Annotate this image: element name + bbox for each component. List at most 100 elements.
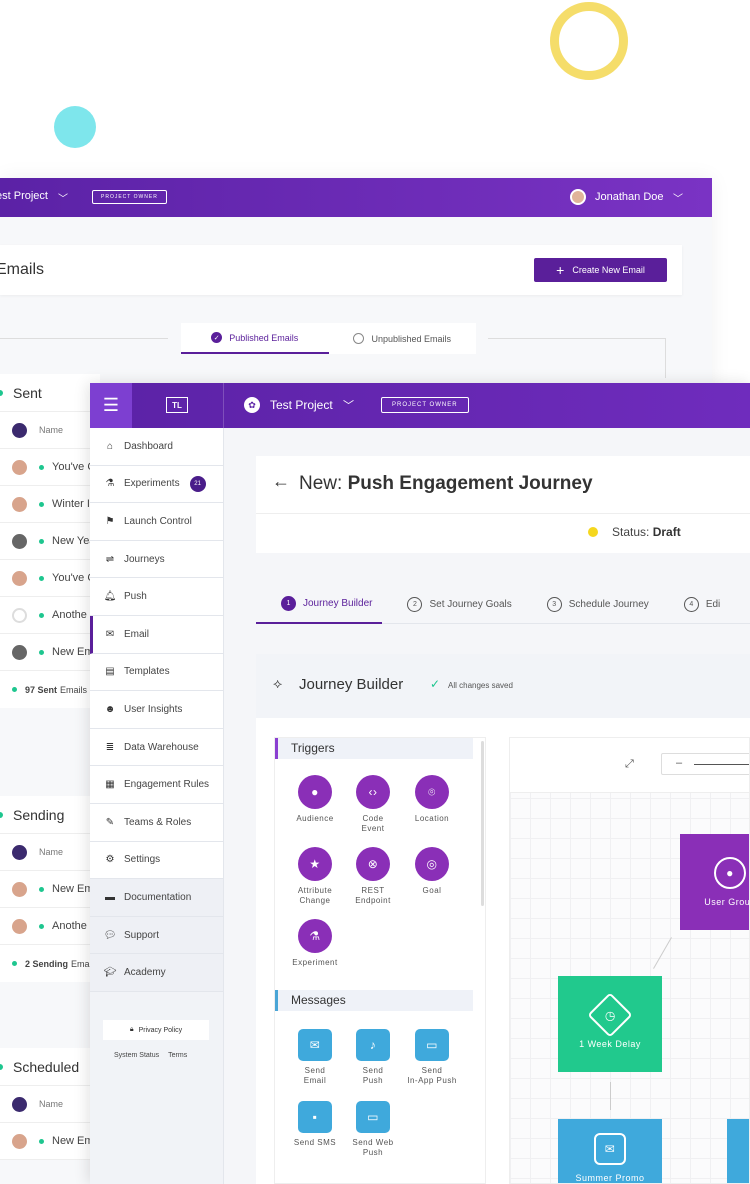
item-label: Send — [304, 1066, 326, 1075]
privacy-policy-link[interactable]: 🔒︎ Privacy Policy — [103, 1020, 209, 1040]
component-palette: Triggers ● Audience ‹› Code Event ⌾ Location… — [274, 737, 486, 1184]
journey-builder-title: Journey Builder — [299, 676, 404, 693]
table-row[interactable]: You've C — [0, 560, 100, 597]
nav-label: Documentation — [124, 891, 192, 903]
zoom-control[interactable]: – — [661, 753, 749, 775]
sidebar-item-teams-roles[interactable]: ✎ Teams & Roles — [90, 803, 223, 842]
row-name: New Em — [52, 646, 94, 658]
table-row[interactable]: You've C — [0, 449, 100, 486]
chevron-down-icon[interactable]: ﹀ — [343, 397, 354, 413]
sidebar-item-settings[interactable]: ⚙ Settings — [90, 841, 223, 880]
tab-label: Published Emails — [229, 332, 299, 343]
check-icon: ✓ — [211, 332, 223, 343]
node-label: Summer Promo — [575, 1173, 645, 1183]
sidebar-item-templates[interactable]: ▤ Templates — [90, 653, 223, 692]
trigger-experiment[interactable]: ⚗ Experiment — [285, 919, 345, 968]
create-new-email-button[interactable]: + Create New Email — [534, 258, 667, 282]
trigger-code-event[interactable]: ‹› Code Event — [343, 775, 403, 834]
chat-icon: 💬︎ — [103, 929, 117, 941]
user-name[interactable]: Jonathan Doe — [595, 191, 664, 203]
trigger-rest-endpoint[interactable]: ⊗ REST Endpoint — [343, 847, 403, 906]
item-label: Attribute — [297, 886, 333, 895]
node-user-group[interactable]: ● User Group — [680, 834, 749, 930]
sidebar-item-engagement-rules[interactable]: ▦ Engagement Rules — [90, 766, 223, 804]
terms-link[interactable]: Terms — [168, 1052, 187, 1059]
table-row[interactable]: Anothe — [0, 597, 100, 634]
inapp-icon: ▭ — [415, 1029, 449, 1061]
nav-label: Settings — [124, 854, 161, 866]
node-summer-promo[interactable]: ✉ Summer Promo — [558, 1119, 662, 1183]
user-avatar[interactable] — [570, 189, 586, 205]
rest-icon: ⊗ — [356, 847, 390, 881]
table-row[interactable]: New Em — [0, 1123, 100, 1160]
zoom-out-icon[interactable]: – — [676, 757, 682, 769]
step-edit[interactable]: 4 Edi — [659, 584, 730, 624]
pin-icon: ⌾ — [415, 775, 449, 809]
sidebar-item-experiments[interactable]: ⚗ Experiments 21 — [90, 465, 223, 504]
table-row[interactable]: Anothe — [0, 908, 100, 945]
sidebar-item-support[interactable]: 💬︎ Support — [90, 916, 223, 955]
node-partial[interactable] — [727, 1119, 749, 1183]
nav-label: Templates — [124, 666, 170, 678]
scrollbar[interactable] — [481, 741, 484, 906]
message-send-web-push[interactable]: ▭ Send Web Push — [343, 1101, 403, 1158]
step-schedule-journey[interactable]: 3 Schedule Journey — [522, 584, 659, 624]
project-name[interactable]: Test Project — [270, 398, 333, 412]
expand-icon[interactable]: ⤢ — [625, 758, 634, 771]
tab-published-emails[interactable]: ✓ Published Emails — [181, 323, 329, 354]
journey-header: ← New: Push Engagement Journey Status: D… — [256, 456, 750, 553]
sidebar-item-journeys[interactable]: ⇌ Journeys — [90, 540, 223, 579]
step-label: Schedule Journey — [568, 598, 649, 610]
trigger-location[interactable]: ⌾ Location — [402, 775, 462, 824]
message-send-push[interactable]: ♪ Send Push — [343, 1029, 403, 1086]
sidebar-item-email[interactable]: ✉ Email — [90, 615, 223, 654]
sidebar-item-launch-control[interactable]: ⚑ Launch Control — [90, 503, 223, 541]
app-logo[interactable]: TL — [166, 397, 188, 413]
sending-count: 2 Sending Email — [0, 945, 100, 982]
step-set-journey-goals[interactable]: 2 Set Journey Goals — [382, 584, 521, 624]
flag-icon: ⚑ — [105, 515, 115, 527]
zoom-slider[interactable] — [694, 764, 749, 765]
step-label: Set Journey Goals — [429, 598, 512, 610]
back-arrow-icon[interactable]: ← — [272, 471, 290, 492]
journey-name: Push Engagement Journey — [347, 473, 593, 494]
decorative-ring — [550, 2, 628, 80]
message-send-in-app-push[interactable]: ▭ Send In-App Push — [402, 1029, 462, 1086]
table-row[interactable]: New Em — [0, 634, 100, 671]
sidebar-item-dashboard[interactable]: ⌂ Dashboard — [90, 428, 223, 466]
flask-icon: ⚗ — [298, 919, 332, 953]
grad-cap-icon: 🎓︎ — [103, 967, 117, 979]
sidebar-item-documentation[interactable]: ▬ Documentation — [90, 879, 223, 917]
chevron-down-icon[interactable]: ﹀ — [58, 190, 68, 205]
journey-canvas[interactable]: ⤢ – ● User Group ◷ 1 Week Delay — [509, 737, 750, 1184]
tab-unpublished-emails[interactable]: Unpublished Emails — [329, 323, 477, 354]
envelope-icon: ✉ — [594, 1133, 626, 1165]
sidebar-item-push[interactable]: 🔔︎ Push — [90, 578, 223, 616]
hamburger-menu-icon[interactable]: ☰ — [90, 383, 132, 428]
step-journey-builder[interactable]: 1 Journey Builder — [256, 584, 383, 624]
trigger-goal[interactable]: ◎ Goal — [402, 847, 462, 896]
node-delay[interactable]: ◷ 1 Week Delay — [558, 976, 662, 1072]
sidebar-item-academy[interactable]: 🎓︎ Academy — [90, 954, 223, 992]
item-label: In-App Push — [407, 1076, 457, 1085]
status-dot — [12, 687, 17, 692]
chevron-down-icon[interactable]: ﹀ — [673, 190, 683, 205]
sidebar-item-data-warehouse[interactable]: ≣ Data Warehouse — [90, 728, 223, 767]
status-value: Draft — [652, 525, 681, 539]
table-row[interactable]: New Yea — [0, 523, 100, 560]
scheduled-section: Scheduled Name New Em — [0, 1048, 100, 1160]
table-row[interactable]: Winter I — [0, 486, 100, 523]
item-label: Event — [361, 824, 385, 833]
sidebar-item-user-insights[interactable]: ☻ User Insights — [90, 691, 223, 729]
step-label: Edi — [705, 598, 721, 610]
trigger-attribute-change[interactable]: ★ Attribute Change — [285, 847, 345, 906]
nav-label: Experiments — [124, 478, 180, 490]
trigger-audience[interactable]: ● Audience — [285, 775, 345, 824]
column-header: Name — [39, 1099, 64, 1109]
status-dot — [39, 886, 44, 892]
table-row[interactable]: New Em — [0, 871, 100, 908]
message-send-sms[interactable]: ▪ Send SMS — [285, 1101, 345, 1148]
back-project-name[interactable]: est Project — [0, 190, 48, 202]
message-send-email[interactable]: ✉ Send Email — [285, 1029, 345, 1086]
system-status-link[interactable]: System Status — [114, 1052, 159, 1059]
